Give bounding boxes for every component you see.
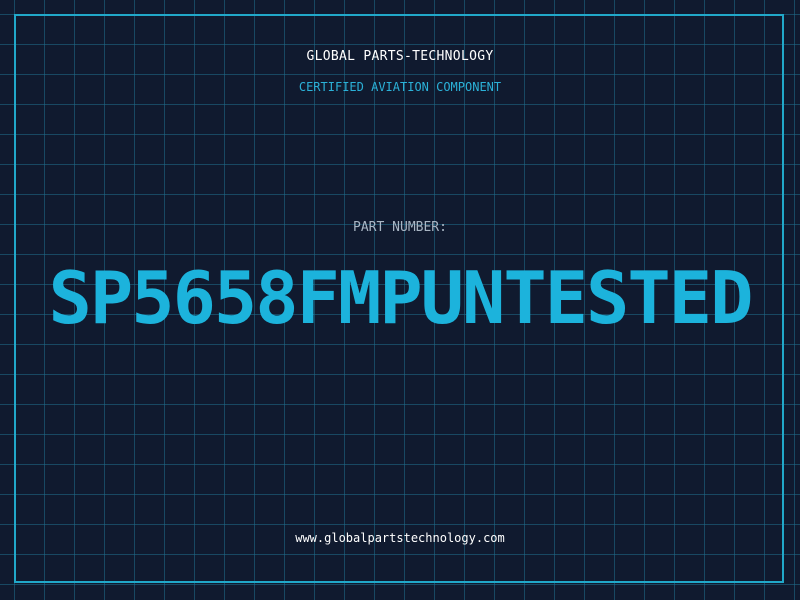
company-name: GLOBAL PARTS-TECHNOLOGY: [306, 49, 494, 64]
part-number-label: PART NUMBER:: [353, 220, 447, 235]
part-number-value: SP5658FMPUNTESTED: [48, 256, 754, 340]
certification-tagline: CERTIFIED AVIATION COMPONENT: [298, 80, 502, 94]
website-url: www.globalpartstechnology.com: [295, 531, 505, 545]
certificate-canvas: GLOBAL PARTS-TECHNOLOGY CERTIFIED AVIATI…: [0, 0, 800, 600]
